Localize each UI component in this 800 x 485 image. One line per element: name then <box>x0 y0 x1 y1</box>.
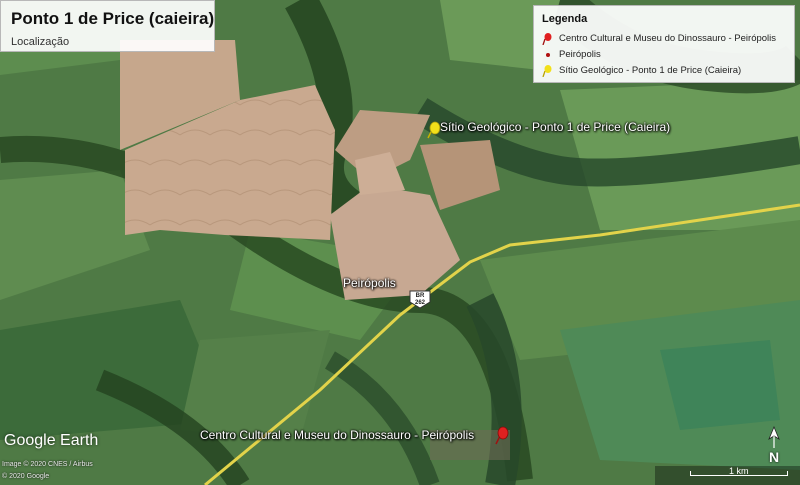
label-sitio-geologico: Sítio Geológico - Ponto 1 de Price (Caie… <box>440 120 671 134</box>
shield-line2: 262 <box>414 299 425 306</box>
scale-bar: 1 km <box>655 466 800 485</box>
road-shield-br262: BR 262 <box>409 290 431 309</box>
legend-item-sitio[interactable]: Sítio Geológico - Ponto 1 de Price (Caie… <box>542 63 742 78</box>
north-label: N <box>769 449 780 465</box>
legend-label: Sítio Geológico - Ponto 1 de Price (Caie… <box>559 64 742 76</box>
red-pushpin-icon <box>542 32 554 46</box>
yellow-pushpin-icon <box>542 64 554 78</box>
legend-item-museu[interactable]: Centro Cultural e Museu do Dinossauro - … <box>542 31 777 46</box>
legend-item-peiropolis[interactable]: Peirópolis <box>542 47 601 61</box>
title-panel: Ponto 1 de Price (caieira) Localização <box>0 0 215 52</box>
google-credit: © 2020 Google <box>2 473 50 480</box>
legend-label: Centro Cultural e Museu do Dinossauro - … <box>559 32 777 44</box>
north-arrow-icon <box>768 426 780 448</box>
red-dot-icon <box>542 48 554 60</box>
legend-panel: Legenda Centro Cultural e Museu do Dinos… <box>533 5 795 83</box>
map-subtitle: Localização <box>11 36 70 48</box>
label-museu: Centro Cultural e Museu do Dinossauro - … <box>200 428 475 442</box>
legend-label: Peirópolis <box>559 48 601 60</box>
label-peiropolis: Peirópolis <box>343 276 396 290</box>
image-credit: Image © 2020 CNES / Airbus <box>2 461 93 468</box>
map-title: Ponto 1 de Price (caieira) <box>11 9 215 28</box>
legend-title: Legenda <box>542 13 588 25</box>
shield-line1: BR <box>415 293 425 299</box>
scale-label: 1 km <box>729 466 749 476</box>
north-arrow: N <box>764 426 784 466</box>
google-earth-logo: Google Earth <box>4 432 99 449</box>
